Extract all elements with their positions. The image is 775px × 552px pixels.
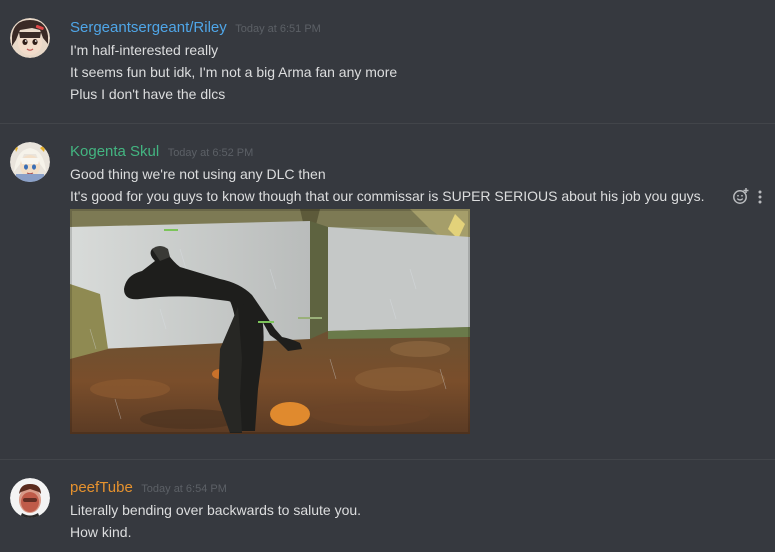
- message-text: How kind.: [70, 524, 132, 540]
- username[interactable]: peefTube: [70, 479, 133, 496]
- timestamp: Today at 6:54 PM: [141, 483, 227, 495]
- message-text: Literally bending over backwards to salu…: [70, 502, 362, 518]
- photo-avatar-icon: [10, 478, 50, 518]
- message-header: peefTube Today at 6:54 PM: [70, 479, 227, 497]
- message-group: peefTube Today at 6:54 PM Literally bend…: [0, 0, 775, 552]
- chat-messages: Sergeantsergeant/Riley Today at 6:51 PM …: [0, 0, 775, 552]
- avatar[interactable]: [10, 478, 50, 518]
